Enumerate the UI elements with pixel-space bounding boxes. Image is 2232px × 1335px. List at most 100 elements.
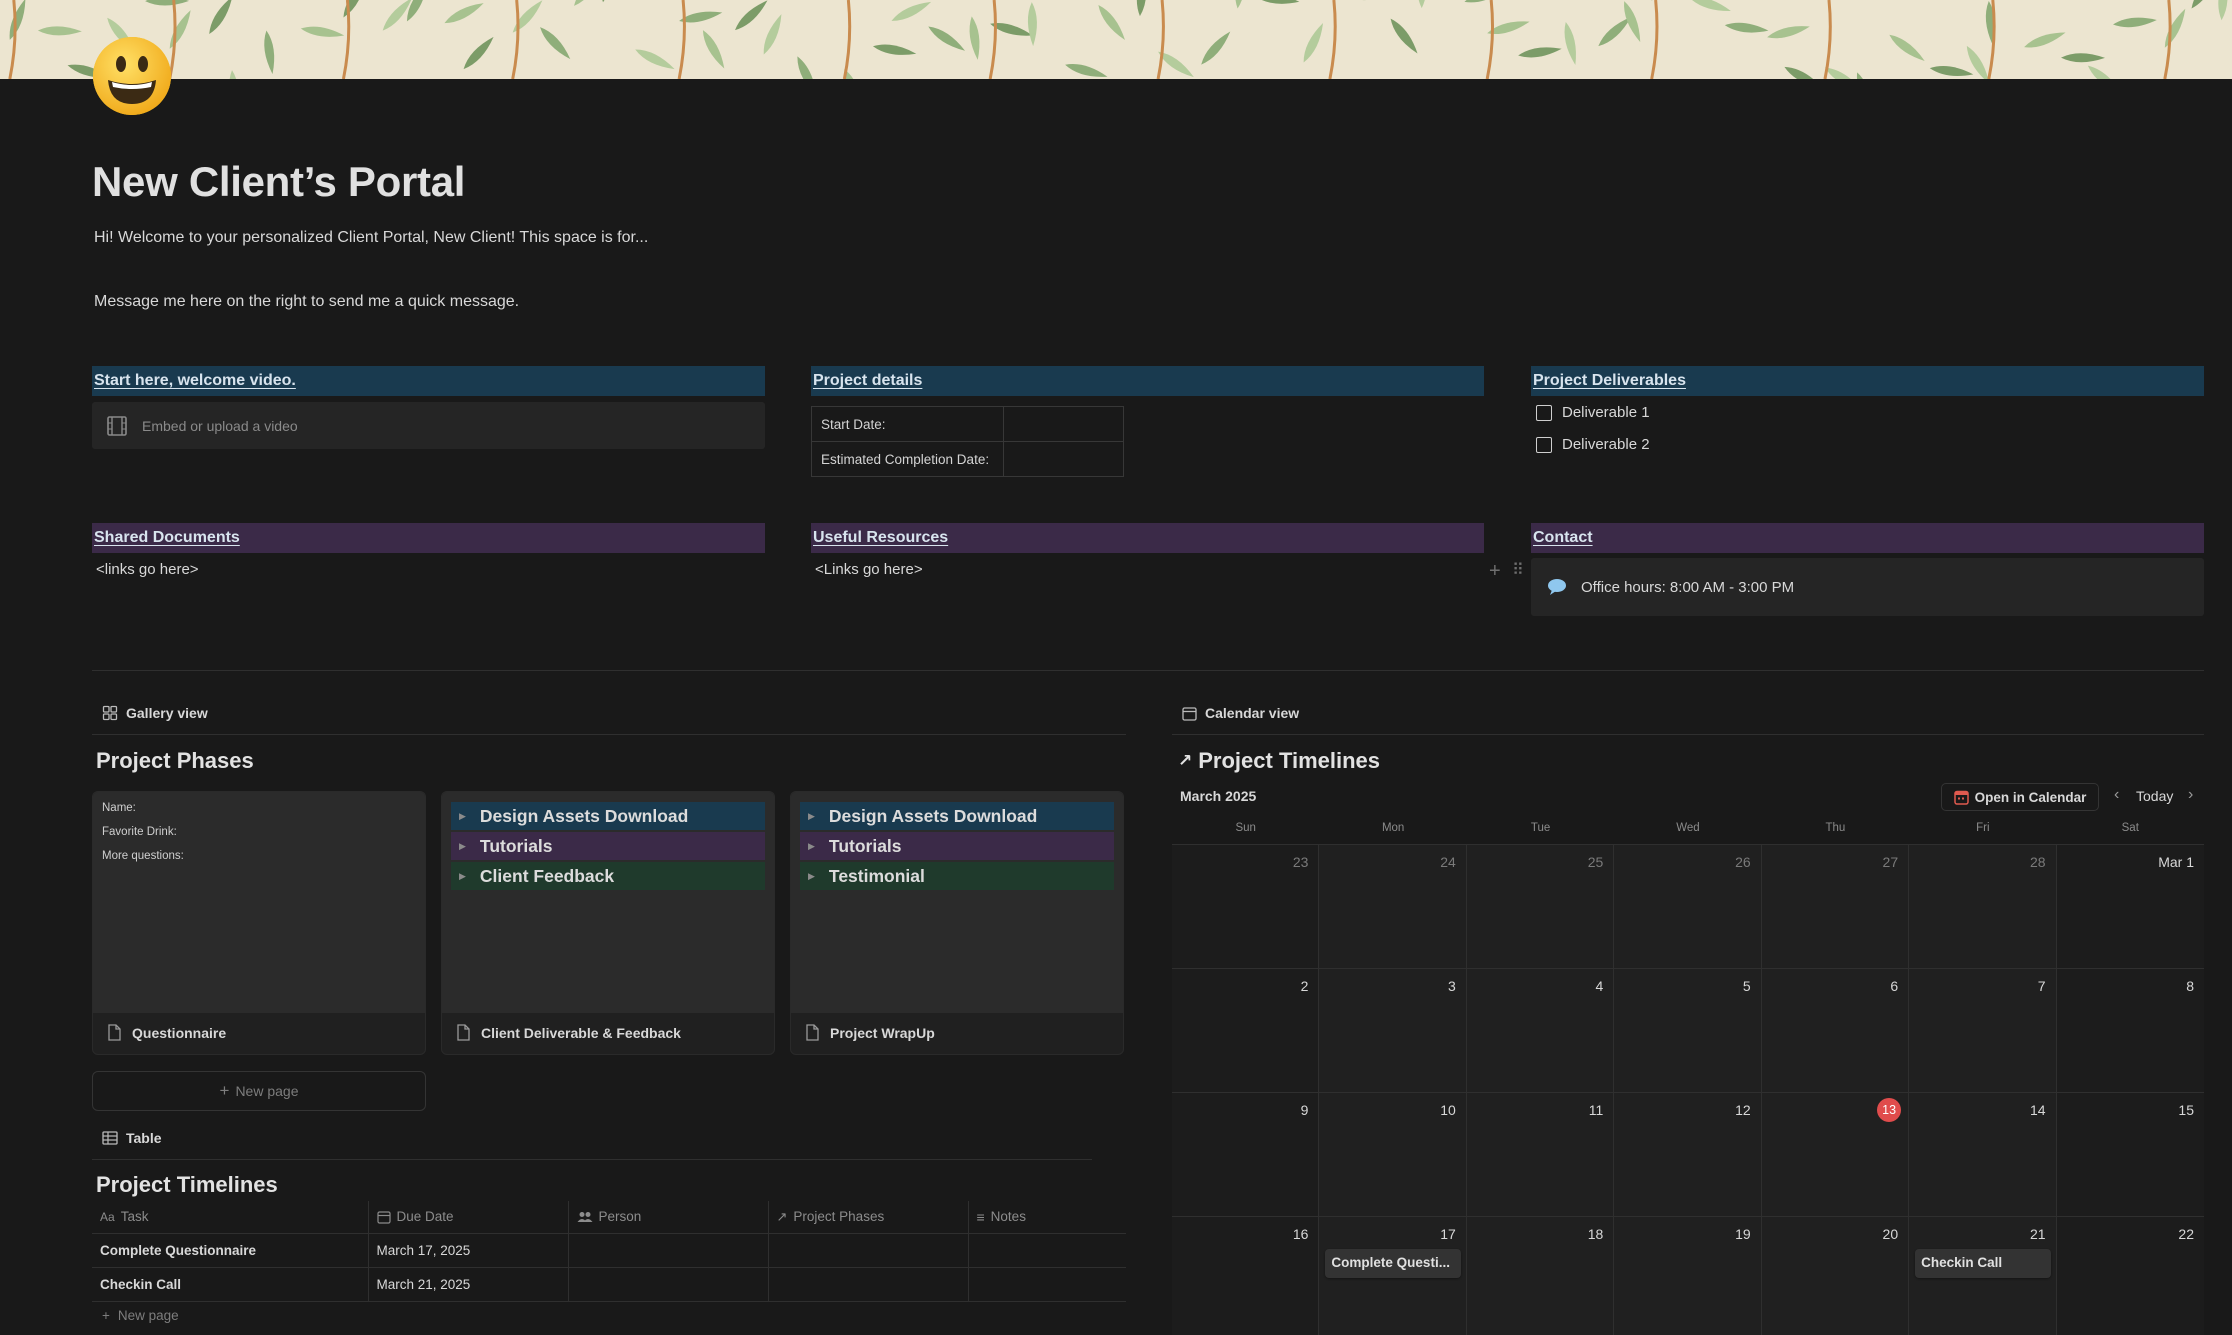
calendar-day-cell[interactable]: 5: [1614, 969, 1762, 1093]
preview-line: More questions:: [102, 850, 184, 862]
calendar-day-cell[interactable]: 14: [1909, 1093, 2057, 1217]
toggle-design-assets: ▶ Design Assets Download: [451, 802, 765, 830]
due-date-cell[interactable]: March 17, 2025: [367, 1233, 568, 1268]
calendar-day-cell[interactable]: 22: [2056, 1217, 2204, 1335]
gallery-card-client-deliverable[interactable]: ▶ Design Assets Download ▶ Tutorials ▶ Clie…: [441, 791, 775, 1055]
open-in-calendar-button[interactable]: Open in Calendar: [1941, 783, 2099, 811]
calendar-day-cell[interactable]: 23: [1172, 845, 1320, 969]
column-header-task[interactable]: Aa Task: [92, 1201, 368, 1234]
calendar-day-cell[interactable]: 13: [1761, 1093, 1910, 1217]
intro-text[interactable]: Hi! Welcome to your personalized Client …: [94, 229, 648, 247]
task-cell[interactable]: Checkin Call: [92, 1267, 368, 1302]
deliverable-todo[interactable]: Deliverable 1: [1536, 404, 1650, 421]
checkbox[interactable]: [1536, 404, 1552, 421]
gallery-card-questionnaire[interactable]: Name: Favorite Drink: More questions: Qu…: [92, 791, 426, 1055]
day-number: 18: [1587, 1226, 1604, 1242]
prev-month-icon[interactable]: ‹: [2114, 786, 2119, 804]
calendar-day-cell[interactable]: 25: [1466, 845, 1615, 969]
calendar-event[interactable]: Complete Questi...: [1325, 1249, 1462, 1278]
calendar-day-cell[interactable]: 21 Checkin Call: [1909, 1217, 2057, 1335]
notes-cell[interactable]: [967, 1267, 1126, 1302]
calendar-day-cell[interactable]: 24: [1319, 845, 1467, 969]
person-cell[interactable]: [567, 1233, 768, 1268]
shared-documents-heading[interactable]: Shared Documents: [92, 523, 765, 553]
welcome-video-heading[interactable]: Start here, welcome video.: [92, 366, 765, 396]
today-button[interactable]: Today: [2136, 788, 2173, 804]
toggle-label: Design Assets Download: [828, 805, 1038, 826]
table-row[interactable]: Checkin Call March 21, 2025: [92, 1267, 1126, 1302]
calendar-day-cell[interactable]: 10: [1319, 1093, 1467, 1217]
toggle-tutorials: ▶ Tutorials: [451, 832, 765, 860]
page-title[interactable]: New Client’s Portal: [92, 158, 465, 206]
video-embed-placeholder[interactable]: Embed or upload a video: [92, 402, 765, 449]
smiley-emoji-icon[interactable]: [92, 36, 172, 116]
new-page-label: New page: [235, 1083, 299, 1099]
calendar-day-cell[interactable]: 20: [1761, 1217, 1910, 1335]
calendar-day-cell[interactable]: 19: [1614, 1217, 1762, 1335]
gallery-new-page-button[interactable]: + New page: [92, 1071, 426, 1111]
calendar-day-cell[interactable]: 8: [2056, 969, 2204, 1093]
project-details-heading[interactable]: Project details: [811, 366, 1484, 396]
task-cell[interactable]: Complete Questionnaire: [92, 1233, 368, 1268]
day-number: 10: [1440, 1102, 1456, 1118]
deliverable-todo[interactable]: Deliverable 2: [1536, 436, 1650, 453]
project-timelines-table-title[interactable]: Project Timelines: [96, 1172, 278, 1198]
calendar-day-cell[interactable]: Mar 1: [2056, 845, 2204, 969]
completion-date-value[interactable]: [1003, 441, 1124, 477]
calendar-day-cell[interactable]: 12: [1614, 1093, 1762, 1217]
shared-documents-links[interactable]: <links go here>: [96, 561, 199, 578]
message-text[interactable]: Message me here on the right to send me …: [94, 293, 519, 311]
completion-date-label[interactable]: Estimated Completion Date:: [811, 441, 1004, 477]
start-date-label[interactable]: Start Date:: [811, 406, 1004, 442]
useful-resources-links[interactable]: <Links go here>: [815, 561, 923, 578]
drag-handle-icon[interactable]: ⠿: [1512, 563, 1524, 579]
tab-calendar-view[interactable]: Calendar view: [1182, 705, 1299, 721]
project-deliverables-heading[interactable]: Project Deliverables: [1531, 366, 2204, 396]
deliverable-label: Deliverable 1: [1562, 404, 1650, 421]
table-row[interactable]: Complete Questionnaire March 17, 2025: [92, 1233, 1126, 1268]
calendar-day-cell[interactable]: 3: [1319, 969, 1467, 1093]
notes-cell[interactable]: [967, 1233, 1126, 1268]
calendar-day-cell[interactable]: 28: [1909, 845, 2057, 969]
day-number: 14: [2029, 1102, 2046, 1118]
calendar-day-cell[interactable]: 2: [1172, 969, 1320, 1093]
tab-table-view[interactable]: Table: [102, 1130, 162, 1146]
phase-cell[interactable]: [767, 1267, 968, 1302]
contact-callout[interactable]: Office hours: 8:00 AM - 3:00 PM: [1531, 558, 2204, 616]
calendar-day-cell[interactable]: 15: [2056, 1093, 2204, 1217]
add-block-icon[interactable]: +: [1489, 561, 1501, 581]
calendar-day-cell[interactable]: 11: [1466, 1093, 1615, 1217]
useful-resources-heading[interactable]: Useful Resources: [811, 523, 1484, 553]
gallery-card-project-wrapup[interactable]: ▶ Design Assets Download ▶ Tutorials ▶ Test…: [790, 791, 1124, 1055]
table-icon: [102, 1131, 118, 1145]
calendar-day-cell[interactable]: 27: [1761, 845, 1910, 969]
project-timelines-calendar-title[interactable]: ↗ Project Timelines: [1178, 748, 1380, 774]
table-row: Start Date:: [811, 406, 1124, 442]
column-header-person[interactable]: Person: [567, 1201, 768, 1234]
column-header-notes[interactable]: ≡ Notes: [967, 1201, 1126, 1234]
toggle-triangle-icon: ▶: [459, 870, 466, 881]
calendar-day-cell[interactable]: 7: [1909, 969, 2057, 1093]
due-date-cell[interactable]: March 21, 2025: [367, 1267, 568, 1302]
start-date-value[interactable]: [1003, 406, 1124, 442]
calendar-day-cell[interactable]: 26: [1614, 845, 1762, 969]
checkbox[interactable]: [1536, 436, 1552, 453]
column-header-project-phases[interactable]: ↗ Project Phases: [767, 1201, 968, 1234]
calendar-day-cell[interactable]: 17 Complete Questi...: [1319, 1217, 1467, 1335]
page-cover[interactable]: [0, 0, 2232, 79]
calendar-day-cell[interactable]: 6: [1761, 969, 1910, 1093]
project-phases-title[interactable]: Project Phases: [96, 748, 254, 774]
next-month-icon[interactable]: ›: [2188, 786, 2193, 804]
column-header-due-date[interactable]: Due Date: [367, 1201, 568, 1234]
calendar-day-cell[interactable]: 18: [1466, 1217, 1615, 1335]
calendar-day-cell[interactable]: 4: [1466, 969, 1615, 1093]
weekday-header: Sat: [2121, 822, 2139, 834]
phase-cell[interactable]: [767, 1233, 968, 1268]
calendar-day-cell[interactable]: 9: [1172, 1093, 1320, 1217]
table-new-page-button[interactable]: + New page: [102, 1308, 179, 1323]
contact-heading[interactable]: Contact: [1531, 523, 2204, 553]
calendar-event[interactable]: Checkin Call: [1915, 1249, 2052, 1278]
tab-gallery-view[interactable]: Gallery view: [102, 705, 208, 721]
calendar-day-cell[interactable]: 16: [1172, 1217, 1320, 1335]
person-cell[interactable]: [567, 1267, 768, 1302]
